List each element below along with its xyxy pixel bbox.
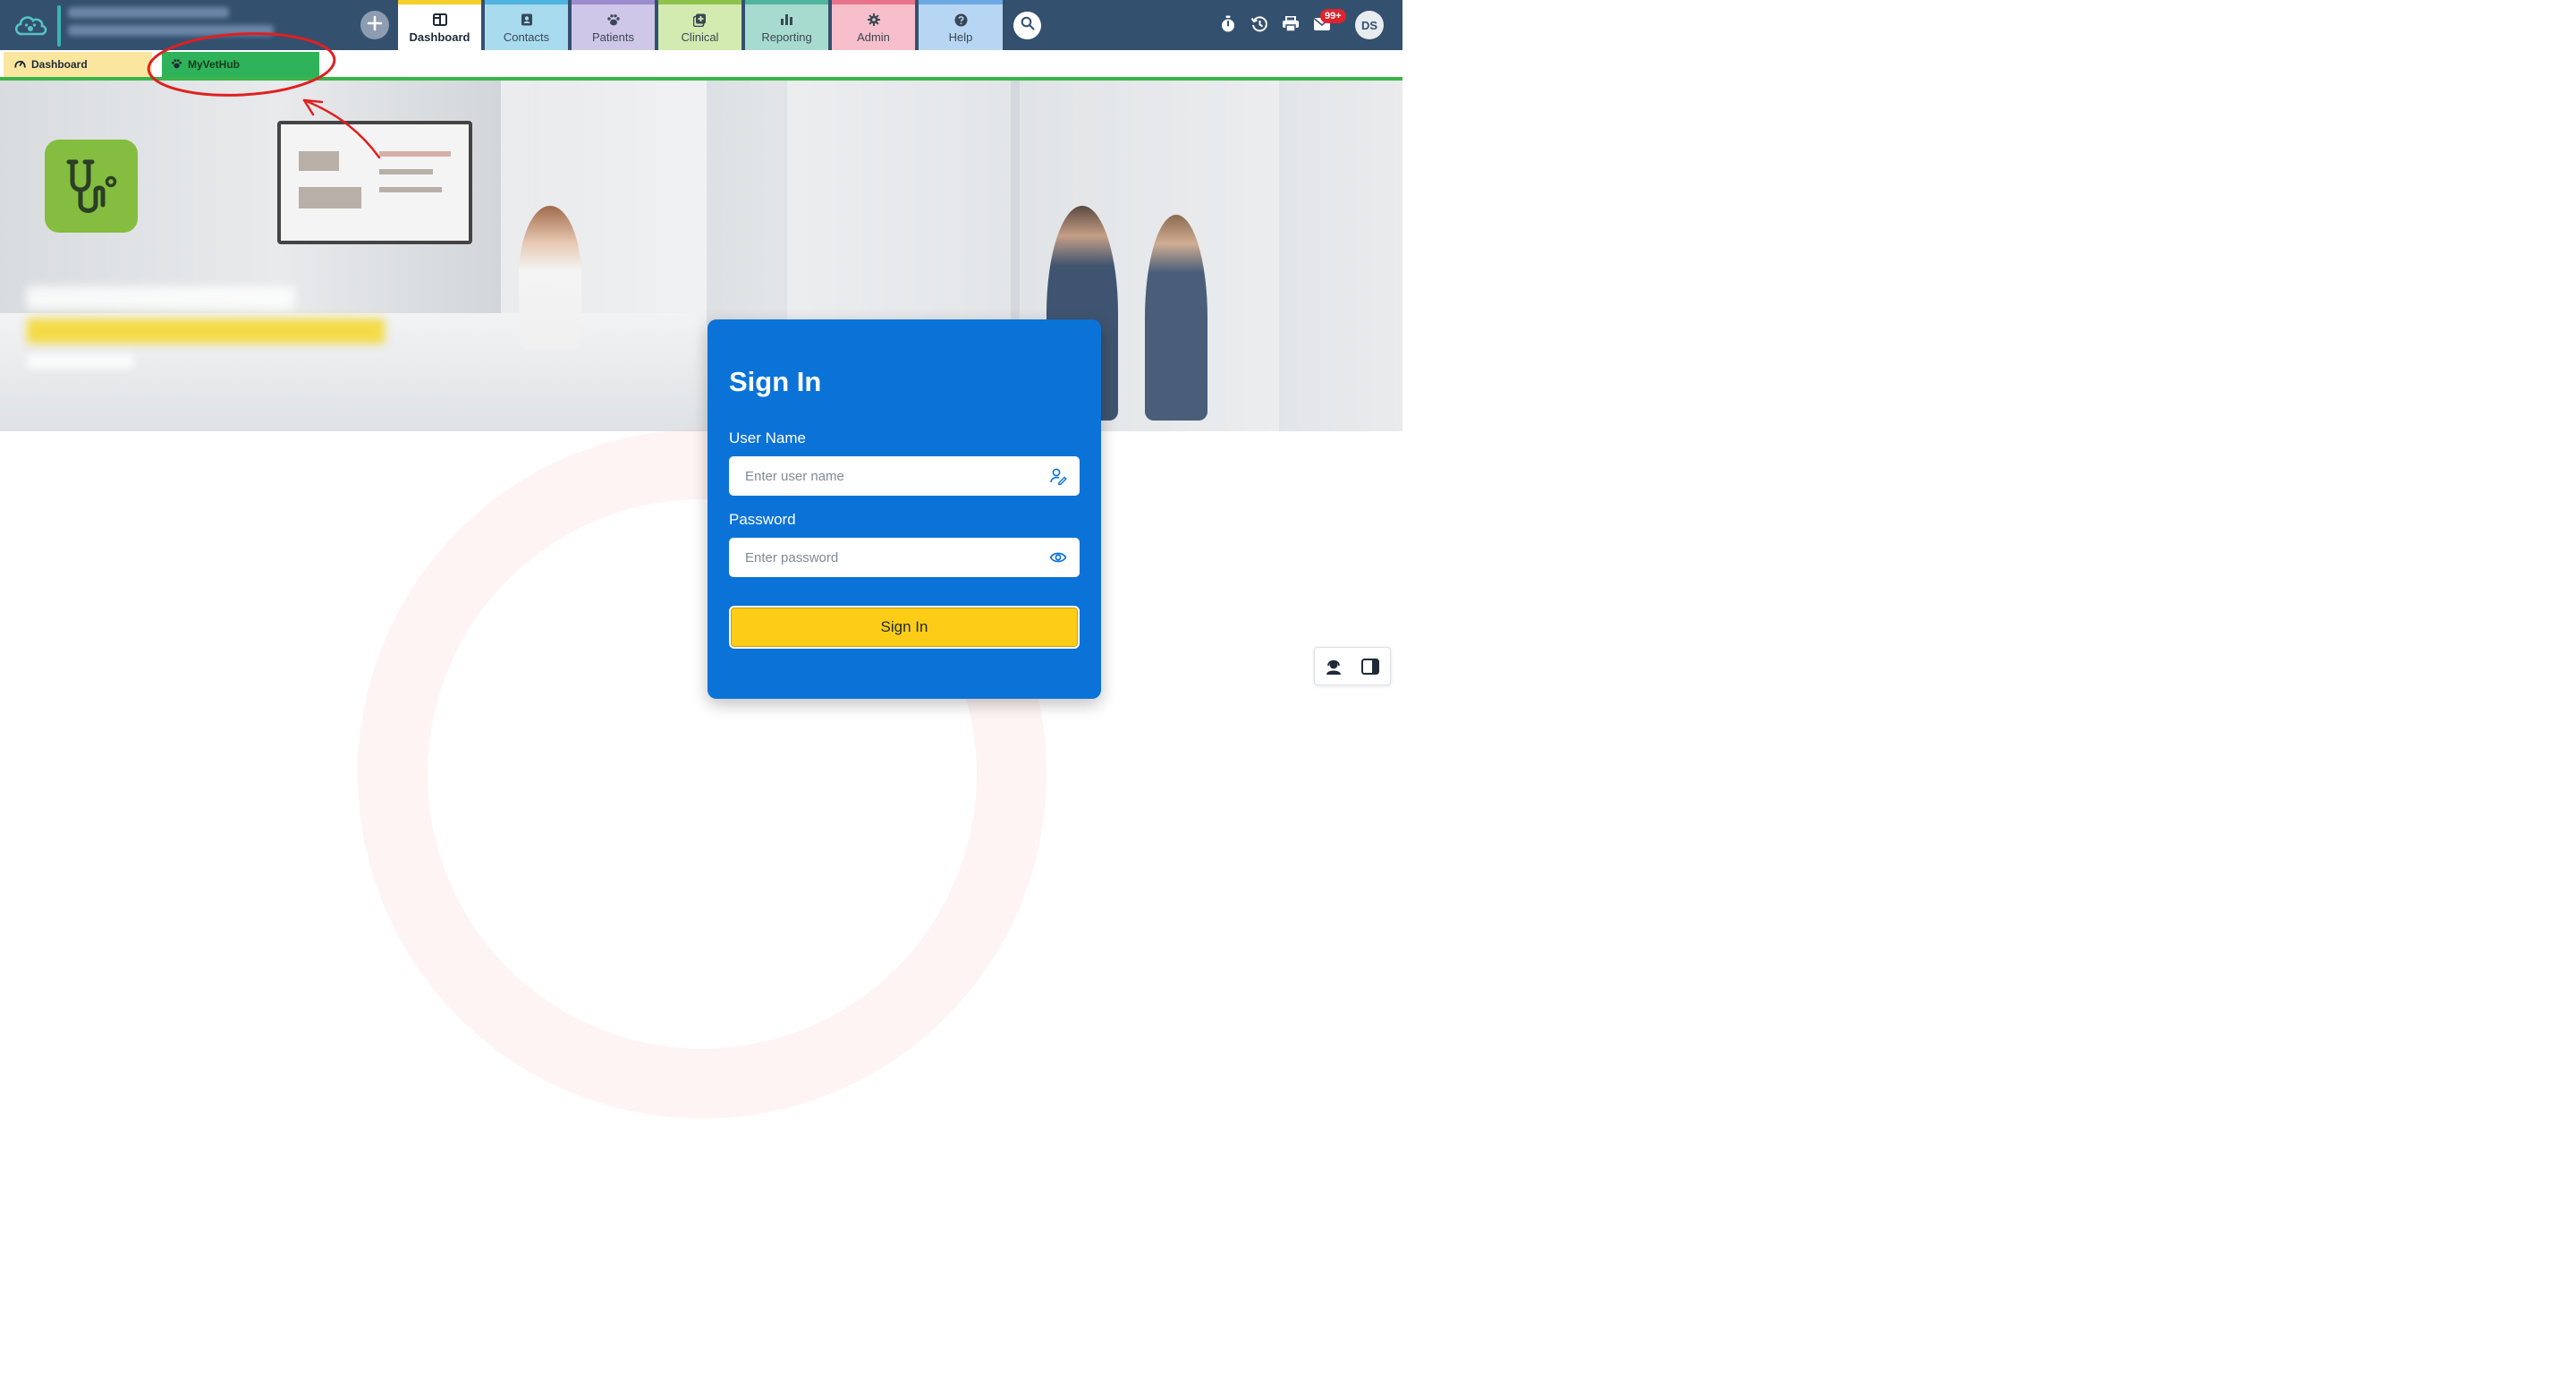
logo-divider [57, 5, 61, 47]
tab-label: Dashboard [409, 30, 470, 44]
contact-card-icon [485, 13, 568, 26]
subtab-dashboard[interactable]: Dashboard [4, 52, 152, 77]
history-icon[interactable] [1250, 14, 1269, 34]
workspace-tab-bar: Dashboard MyVetHub [0, 50, 1402, 81]
password-input[interactable] [743, 538, 1042, 577]
side-panel-icon[interactable] [1360, 657, 1380, 676]
hero-vet-staff [1145, 215, 1208, 421]
printer-icon[interactable] [1281, 14, 1301, 34]
search-button[interactable] [1013, 12, 1041, 39]
question-icon [919, 13, 1003, 27]
username-field-wrapper [729, 456, 1080, 496]
hero-wall-monitor [277, 121, 472, 244]
subtab-label: Dashboard [31, 58, 88, 71]
sign-in-title: Sign In [729, 366, 822, 397]
dashboard-icon [398, 13, 481, 26]
subtab-myvethub[interactable]: MyVetHub [162, 52, 319, 77]
bar-chart-icon [745, 13, 828, 25]
hero-banner [0, 81, 1402, 431]
welcome-message-redacted [27, 286, 385, 369]
support-agent-icon[interactable] [1324, 657, 1343, 676]
tab-dashboard[interactable]: Dashboard [398, 0, 481, 50]
user-avatar[interactable]: DS [1355, 11, 1384, 39]
top-navigation-bar: Dashboard Contacts Patients Clinical Rep… [0, 0, 1402, 50]
paw-icon [572, 13, 655, 26]
add-button[interactable] [360, 11, 389, 39]
tab-admin[interactable]: Admin [832, 0, 915, 50]
medical-plus-icon [658, 13, 741, 27]
eye-icon[interactable] [1049, 548, 1067, 566]
hero-glass-partition [787, 81, 1011, 349]
tab-reporting[interactable]: Reporting [745, 0, 828, 50]
tab-clinical[interactable]: Clinical [658, 0, 741, 50]
sign-in-button[interactable]: Sign In [729, 606, 1080, 649]
paw-icon [171, 58, 182, 72]
tab-help[interactable]: Help [919, 0, 1003, 50]
tab-label: Help [948, 30, 973, 44]
tab-label: Contacts [503, 30, 550, 44]
mail-count-badge: 99+ [1320, 9, 1346, 23]
gear-icon [832, 13, 915, 26]
username-label: User Name [729, 429, 806, 446]
stethoscope-icon [45, 140, 138, 233]
cloud-paw-icon[interactable] [13, 11, 48, 39]
gauge-icon [14, 58, 26, 72]
floating-toolbar [1314, 647, 1391, 685]
password-label: Password [729, 511, 796, 528]
tab-label: Clinical [681, 30, 719, 44]
user-edit-icon [1049, 467, 1067, 486]
tab-contacts[interactable]: Contacts [485, 0, 568, 50]
clinic-name-redacted [68, 7, 283, 43]
plus-icon [367, 15, 383, 36]
tab-label: Reporting [761, 30, 812, 44]
hero-receptionist [519, 206, 581, 349]
stopwatch-icon[interactable] [1218, 14, 1238, 34]
username-input[interactable] [743, 456, 1042, 496]
tab-patients[interactable]: Patients [572, 0, 655, 50]
sign-in-card: Sign In User Name Password Sign In [708, 319, 1101, 699]
subtab-label: MyVetHub [188, 58, 241, 71]
tab-label: Admin [857, 30, 890, 44]
search-icon [1021, 16, 1035, 35]
tab-label: Patients [592, 30, 634, 44]
password-field-wrapper [729, 538, 1080, 577]
